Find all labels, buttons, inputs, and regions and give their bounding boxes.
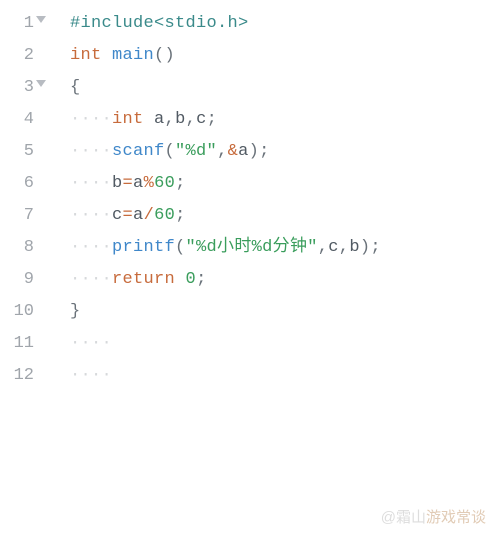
line-number-gutter: 123456789101112 (0, 8, 48, 392)
token-punct: , (165, 110, 176, 129)
token-plain: a (133, 174, 144, 193)
line-number: 3 (0, 72, 34, 104)
token-num: 60 (154, 174, 175, 193)
token-punct: , (217, 142, 228, 161)
code-editor[interactable]: 123456789101112 #include<stdio.h>int mai… (0, 0, 500, 392)
token-kw-type: int (70, 46, 102, 65)
token-plain: b (175, 110, 186, 129)
token-plain: b (112, 174, 123, 193)
token-num: 0 (186, 270, 197, 289)
token-plain: a (238, 142, 249, 161)
code-area[interactable]: #include<stdio.h>int main(){····int a,b,… (48, 8, 500, 392)
token-punct: ( (165, 142, 176, 161)
token-op: = (123, 174, 134, 193)
token-punct: ; (196, 270, 207, 289)
code-line[interactable]: { (70, 72, 500, 104)
token-op: & (228, 142, 239, 161)
token-op: = (123, 206, 134, 225)
token-ws: ···· (70, 238, 112, 257)
token-punct: ; (175, 206, 186, 225)
token-punct: ) (360, 238, 371, 257)
watermark-main: 游戏常谈 (426, 509, 486, 526)
token-ws: ···· (70, 142, 112, 161)
code-line[interactable]: #include<stdio.h> (70, 8, 500, 40)
token-plain: a (133, 206, 144, 225)
token-ws: ···· (70, 334, 112, 353)
token-fn: main (112, 46, 154, 65)
line-number: 10 (0, 296, 34, 328)
token-str: "%d小时%d分钟" (186, 238, 318, 257)
token-fn: scanf (112, 142, 165, 161)
token-punct: ; (175, 174, 186, 193)
watermark-faint: @霜山 (381, 509, 426, 526)
line-number: 9 (0, 264, 34, 296)
fold-toggle-icon[interactable] (36, 16, 46, 23)
token-preproc: #include (70, 14, 154, 33)
token-preproc: <stdio.h> (154, 14, 249, 33)
token-punct: ; (370, 238, 381, 257)
token-ws: ···· (70, 174, 112, 193)
token-op: % (144, 174, 155, 193)
code-line[interactable]: int main() (70, 40, 500, 72)
code-line[interactable]: ····scanf("%d",&a); (70, 136, 500, 168)
token-fn: printf (112, 238, 175, 257)
token-plain (175, 270, 186, 289)
token-plain: c (196, 110, 207, 129)
code-line[interactable]: } (70, 296, 500, 328)
token-num: 60 (154, 206, 175, 225)
token-ws: ···· (70, 110, 112, 129)
line-number: 1 (0, 8, 34, 40)
watermark: @霜山游戏常谈 (381, 506, 486, 527)
token-punct: , (339, 238, 350, 257)
code-line[interactable]: ····printf("%d小时%d分钟",c,b); (70, 232, 500, 264)
line-number: 2 (0, 40, 34, 72)
token-str: "%d" (175, 142, 217, 161)
token-punct: ; (259, 142, 270, 161)
code-line[interactable]: ····b=a%60; (70, 168, 500, 200)
line-number: 5 (0, 136, 34, 168)
token-kw-type: int (112, 110, 144, 129)
token-plain: c (328, 238, 339, 257)
code-line[interactable]: ····return 0; (70, 264, 500, 296)
token-kw-ctrl: return (112, 270, 175, 289)
token-plain (102, 46, 113, 65)
code-line[interactable]: ····c=a/60; (70, 200, 500, 232)
code-line[interactable]: ···· (70, 360, 500, 392)
line-number: 4 (0, 104, 34, 136)
token-punct: , (186, 110, 197, 129)
code-line[interactable]: ····int a,b,c; (70, 104, 500, 136)
line-number: 12 (0, 360, 34, 392)
token-plain: c (112, 206, 123, 225)
token-ws: ···· (70, 270, 112, 289)
token-plain: a (144, 110, 165, 129)
token-punct: () (154, 46, 175, 65)
line-number: 7 (0, 200, 34, 232)
token-op: / (144, 206, 155, 225)
token-punct: ( (175, 238, 186, 257)
fold-toggle-icon[interactable] (36, 80, 46, 87)
token-punct: { (70, 78, 81, 97)
token-punct: } (70, 302, 81, 321)
token-ws: ···· (70, 206, 112, 225)
token-punct: ) (249, 142, 260, 161)
token-plain: b (349, 238, 360, 257)
token-punct: ; (207, 110, 218, 129)
code-line[interactable]: ···· (70, 328, 500, 360)
line-number: 11 (0, 328, 34, 360)
token-punct: , (318, 238, 329, 257)
line-number: 8 (0, 232, 34, 264)
line-number: 6 (0, 168, 34, 200)
token-ws: ···· (70, 366, 112, 385)
